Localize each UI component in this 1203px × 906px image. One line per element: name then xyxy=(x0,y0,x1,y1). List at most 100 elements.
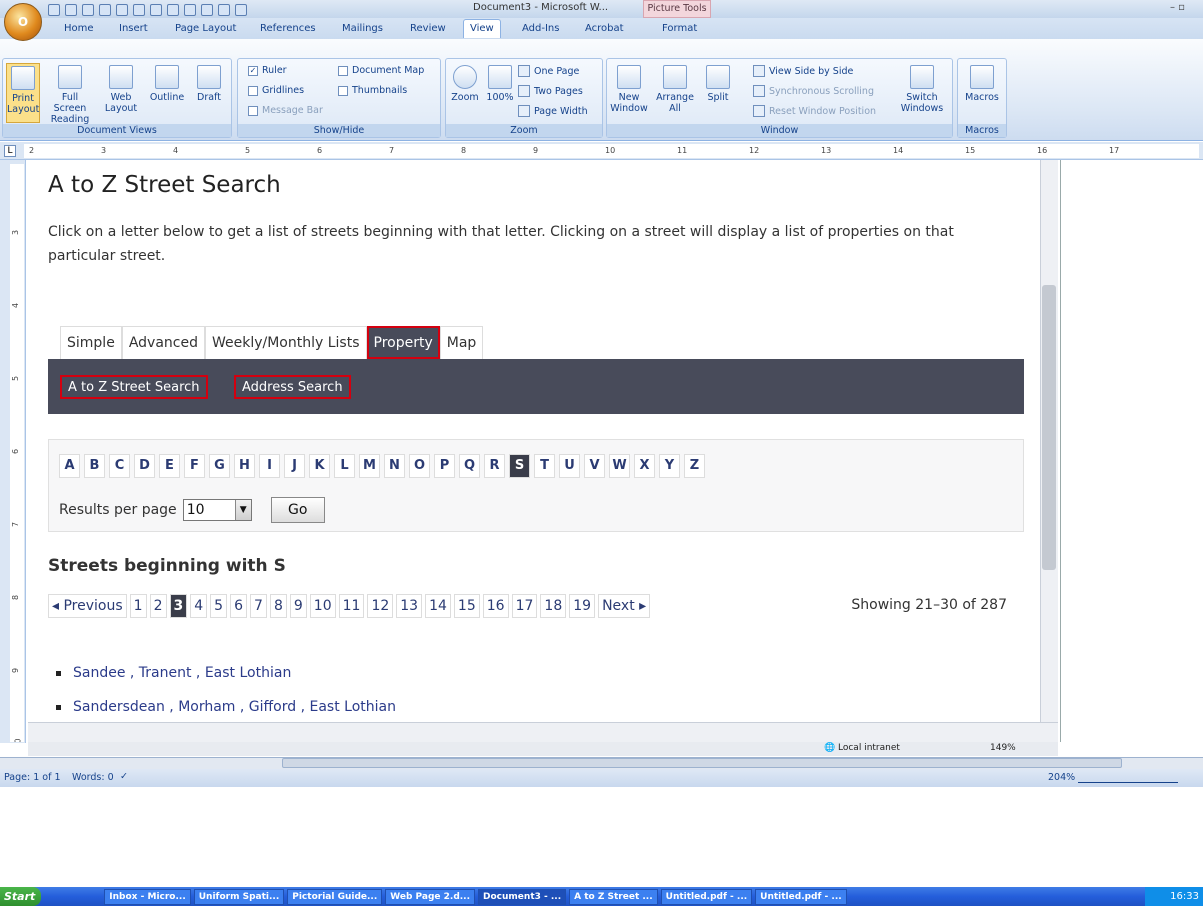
vertical-ruler-track[interactable]: 34567891011 xyxy=(10,164,24,742)
letter-f[interactable]: F xyxy=(184,454,205,478)
document-map-checkbox[interactable]: Document Map xyxy=(338,65,424,76)
letter-p[interactable]: P xyxy=(434,454,455,478)
split-button[interactable]: Split xyxy=(701,65,735,103)
page-link[interactable]: 18 xyxy=(540,594,567,618)
zoom-level[interactable]: 204% xyxy=(1048,772,1075,783)
letter-n[interactable]: N xyxy=(384,454,405,478)
tab-format[interactable]: Format xyxy=(662,23,697,34)
one-page-button[interactable]: One Page xyxy=(518,65,579,77)
tab-page-layout[interactable]: Page Layout xyxy=(175,23,236,34)
letter-i[interactable]: I xyxy=(259,454,280,478)
taskbar-item[interactable]: Untitled.pdf - ... xyxy=(755,888,847,905)
chart-icon[interactable] xyxy=(201,3,213,16)
letter-u[interactable]: U xyxy=(559,454,580,478)
letter-w[interactable]: W xyxy=(609,454,630,478)
zoom-button[interactable]: Zoom xyxy=(450,65,480,103)
switch-windows-button[interactable]: Switch Windows xyxy=(897,65,947,114)
letter-h[interactable]: H xyxy=(234,454,255,478)
print-layout-button[interactable]: Print Layout xyxy=(6,63,40,123)
window-controls[interactable]: – ▫ xyxy=(1170,2,1185,13)
macros-button[interactable]: Macros xyxy=(962,65,1002,103)
web-layout-button[interactable]: Web Layout xyxy=(101,65,141,114)
new-window-button[interactable]: New Window xyxy=(609,65,649,114)
outline-button[interactable]: Outline xyxy=(147,65,187,103)
draft-button[interactable]: Draft xyxy=(191,65,227,103)
taskbar-item[interactable]: Document3 - ... xyxy=(478,888,567,905)
ruler-checkbox[interactable]: ✓ Ruler xyxy=(248,65,287,76)
taskbar-item[interactable]: A to Z Street ... xyxy=(569,888,658,905)
letter-a[interactable]: A xyxy=(59,454,80,478)
bullets-icon[interactable] xyxy=(150,3,162,16)
address-search-link[interactable]: Address Search xyxy=(234,375,351,399)
tab-map[interactable]: Map xyxy=(439,326,484,359)
page-link[interactable]: 10 xyxy=(309,594,336,618)
word-count[interactable]: Words: 0 xyxy=(72,772,114,783)
letter-s[interactable]: S xyxy=(509,454,530,478)
letter-x[interactable]: X xyxy=(634,454,655,478)
page-link[interactable]: 14 xyxy=(425,594,451,618)
page-link[interactable]: 6 xyxy=(230,594,248,618)
tab-references[interactable]: References xyxy=(260,23,316,34)
results-per-page-select[interactable]: 10 ▼ xyxy=(182,499,252,521)
next-page-link[interactable]: Next ▸ xyxy=(598,594,651,618)
previous-page-link[interactable]: ◂ Previous xyxy=(48,594,127,618)
letter-d[interactable]: D xyxy=(134,454,155,478)
print-preview-icon[interactable] xyxy=(116,3,128,16)
taskbar-item[interactable]: Inbox - Micro... xyxy=(104,888,191,905)
undo-icon[interactable] xyxy=(65,3,77,16)
page-link[interactable]: 16 xyxy=(482,594,509,618)
tab-weekly-monthly-lists[interactable]: Weekly/Monthly Lists xyxy=(204,326,367,359)
tab-selector-icon[interactable]: L xyxy=(4,145,16,157)
print-icon[interactable] xyxy=(99,3,111,16)
letter-q[interactable]: Q xyxy=(459,454,480,478)
gridlines-checkbox[interactable]: Gridlines xyxy=(248,85,304,96)
page-link[interactable]: 19 xyxy=(569,594,596,618)
tab-review[interactable]: Review xyxy=(410,23,446,34)
spelling-icon[interactable] xyxy=(133,3,145,16)
taskbar-item[interactable]: Pictorial Guide... xyxy=(287,888,383,905)
letter-r[interactable]: R xyxy=(484,454,505,478)
full-screen-reading-button[interactable]: Full Screen Reading xyxy=(46,65,94,125)
redo-icon[interactable] xyxy=(82,3,94,16)
letter-o[interactable]: O xyxy=(409,454,430,478)
page-link[interactable]: 1 xyxy=(129,594,147,618)
a-to-z-street-search-link[interactable]: A to Z Street Search xyxy=(60,375,208,399)
page-link[interactable]: 5 xyxy=(210,594,228,618)
thumbnails-checkbox[interactable]: Thumbnails xyxy=(338,85,407,96)
scroll-thumb[interactable] xyxy=(1042,285,1056,570)
taskbar-item[interactable]: Uniform Spati... xyxy=(193,888,285,905)
letter-t[interactable]: T xyxy=(534,454,555,478)
letter-c[interactable]: C xyxy=(109,454,130,478)
start-button[interactable]: Start xyxy=(0,887,42,906)
message-bar-checkbox[interactable]: Message Bar xyxy=(248,105,323,116)
go-button[interactable]: Go xyxy=(270,497,325,523)
taskbar-item[interactable]: Untitled.pdf - ... xyxy=(660,888,753,905)
arrange-all-button[interactable]: Arrange All xyxy=(653,65,697,114)
page-link[interactable]: 4 xyxy=(190,594,208,618)
ruler-track[interactable]: 2 3 4 5 6 7 8 9 10 11 12 13 14 15 16 17 xyxy=(24,144,1199,158)
office-button[interactable]: O xyxy=(4,3,42,41)
tab-simple[interactable]: Simple xyxy=(60,326,122,359)
dropdown-arrow-icon[interactable]: ▼ xyxy=(234,500,251,520)
customize-icon[interactable] xyxy=(235,3,247,16)
save-icon[interactable] xyxy=(48,3,60,16)
reset-window-position-button[interactable]: Reset Window Position xyxy=(753,105,876,117)
tab-view[interactable]: View xyxy=(463,19,501,38)
view-side-by-side-button[interactable]: View Side by Side xyxy=(753,65,853,77)
page-link[interactable]: 12 xyxy=(367,594,394,618)
tab-home[interactable]: Home xyxy=(64,23,94,34)
zoom-slider[interactable] xyxy=(1078,771,1178,783)
letter-e[interactable]: E xyxy=(159,454,180,478)
tab-acrobat[interactable]: Acrobat xyxy=(585,23,624,34)
taskbar-item[interactable]: Web Page 2.d... xyxy=(385,888,476,905)
synchronous-scrolling-button[interactable]: Synchronous Scrolling xyxy=(753,85,874,97)
page-link[interactable]: 3 xyxy=(169,594,188,618)
columns-icon[interactable] xyxy=(218,3,230,16)
insert-picture-icon[interactable] xyxy=(167,3,179,16)
tab-insert[interactable]: Insert xyxy=(119,23,148,34)
page-link[interactable]: 11 xyxy=(338,594,365,618)
two-pages-button[interactable]: Two Pages xyxy=(518,85,583,97)
web-horizontal-scrollbar[interactable] xyxy=(28,722,1058,742)
page-link[interactable]: 8 xyxy=(269,594,287,618)
letter-j[interactable]: J xyxy=(284,454,305,478)
